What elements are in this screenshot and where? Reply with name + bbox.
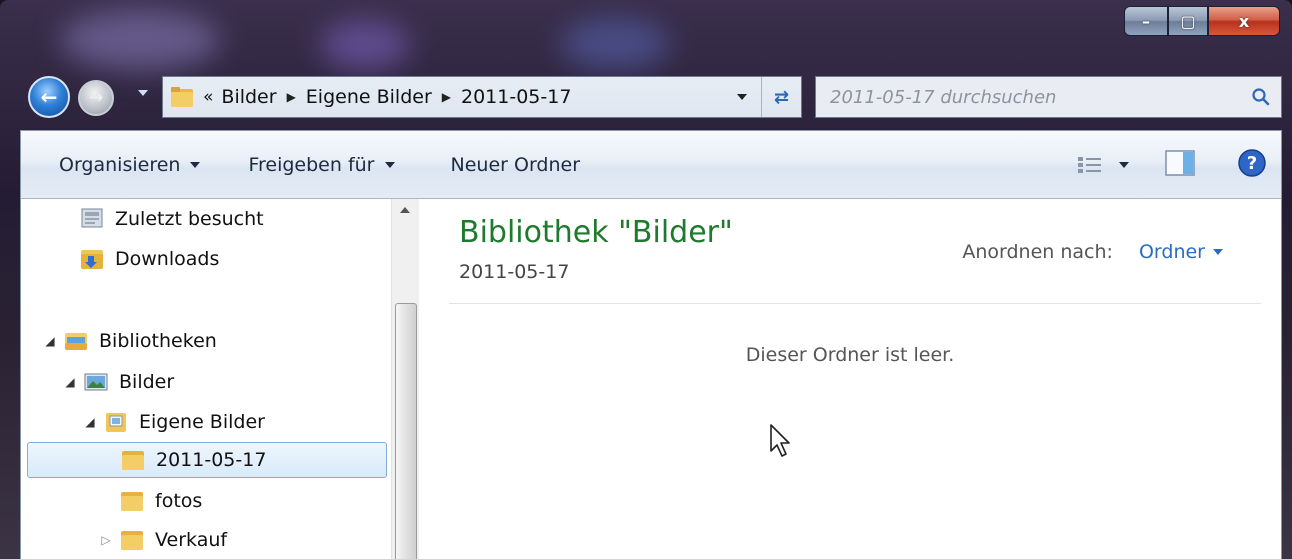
sidebar-item-pictures[interactable]: ◢ Bilder — [63, 364, 174, 400]
recent-places-icon — [81, 208, 103, 228]
sidebar-item-verkauf[interactable]: ▷ Verkauf — [99, 522, 227, 558]
scroll-up-icon[interactable] — [400, 207, 410, 213]
sidebar-item-label: Bilder — [119, 371, 175, 393]
glass-background — [60, 10, 220, 70]
address-dropdown-icon[interactable] — [737, 94, 747, 100]
folder-icon — [171, 87, 193, 107]
sidebar-item-my-pictures[interactable]: ◢ Eigene Bilder — [83, 404, 265, 440]
navigation-bar: ← → « Bilder ▶ Eigene Bilder ▶ 2011-05-1… — [20, 70, 1282, 122]
back-button[interactable]: ← — [28, 76, 70, 118]
breadcrumb-separator-icon[interactable]: ▶ — [442, 90, 451, 104]
breadcrumb-separator-icon[interactable]: ▶ — [287, 90, 296, 104]
forward-arrow-icon: → — [88, 87, 104, 108]
sidebar-item-label: Zuletzt besucht — [115, 208, 264, 230]
breadcrumb: « Bilder ▶ Eigene Bilder ▶ 2011-05-17 — [203, 86, 737, 108]
library-title: Bibliothek "Bilder" — [459, 215, 733, 250]
preview-pane-icon — [1165, 150, 1195, 176]
caption-buttons: – ▢ x — [1124, 6, 1280, 38]
sidebar-item-libraries[interactable]: ◢ Bibliotheken — [43, 323, 217, 359]
explorer-body: Organisieren Freigeben für Neuer Ordner — [20, 130, 1282, 559]
organize-label: Organisieren — [59, 153, 181, 176]
my-pictures-icon — [106, 413, 126, 432]
arrange-by: Anordnen nach: Ordner — [962, 241, 1223, 263]
share-button[interactable]: Freigeben für — [248, 153, 395, 176]
search-input[interactable]: 2011-05-17 durchsuchen — [816, 87, 1241, 108]
sidebar-item-downloads[interactable]: Downloads — [79, 241, 219, 277]
sidebar-item-label: Verkauf — [155, 529, 228, 551]
new-folder-button[interactable]: Neuer Ordner — [451, 154, 581, 176]
preview-pane-button[interactable] — [1165, 150, 1195, 180]
sidebar-item-label: 2011-05-17 — [156, 449, 267, 471]
breadcrumb-item-bilder[interactable]: Bilder — [221, 86, 276, 108]
refresh-icon: ⇄ — [773, 86, 790, 108]
sidebar-item-label: Bibliotheken — [99, 330, 217, 352]
sidebar-scrollbar[interactable] — [391, 199, 419, 559]
expanded-icon[interactable]: ◢ — [63, 375, 77, 389]
chevron-down-icon — [1119, 162, 1129, 168]
breadcrumb-overflow[interactable]: « — [203, 87, 213, 107]
maximize-icon: ▢ — [1180, 11, 1196, 31]
expanded-icon[interactable]: ◢ — [83, 415, 97, 429]
arrange-by-dropdown[interactable]: Ordner — [1139, 241, 1205, 263]
folder-icon — [122, 451, 144, 470]
close-button[interactable]: x — [1208, 6, 1280, 36]
breadcrumb-item-current[interactable]: 2011-05-17 — [461, 86, 571, 108]
back-arrow-icon: ← — [40, 85, 58, 109]
scroll-thumb[interactable] — [395, 303, 417, 559]
sidebar-item-label: fotos — [155, 490, 203, 512]
help-button[interactable]: ? — [1237, 148, 1267, 182]
sidebar-item-label: Eigene Bilder — [139, 411, 265, 433]
mouse-cursor-icon — [770, 424, 790, 457]
close-icon: x — [1238, 11, 1250, 31]
arrange-label: Anordnen nach: — [962, 241, 1113, 263]
sidebar-item-label: Downloads — [115, 248, 220, 270]
sidebar-item-2011-05-17[interactable]: 2011-05-17 — [27, 442, 387, 478]
command-bar: Organisieren Freigeben für Neuer Ordner — [21, 131, 1281, 199]
explorer-window: – ▢ x ← → « Bilder ▶ Eigene Bilder ▶ 201… — [0, 0, 1292, 559]
address-bar[interactable]: « Bilder ▶ Eigene Bilder ▶ 2011-05-17 ⇄ — [162, 76, 802, 118]
share-label: Freigeben für — [248, 153, 375, 176]
maximize-button[interactable]: ▢ — [1168, 6, 1208, 36]
minimize-button[interactable]: – — [1124, 6, 1168, 36]
content-pane[interactable]: Bibliothek "Bilder" 2011-05-17 Anordnen … — [419, 199, 1281, 559]
new-folder-label: Neuer Ordner — [450, 153, 581, 176]
empty-folder-message: Dieser Ordner ist leer. — [745, 344, 955, 366]
chevron-down-icon — [190, 161, 201, 168]
libraries-icon — [65, 333, 87, 350]
svg-text:?: ? — [1247, 153, 1257, 174]
refresh-button[interactable]: ⇄ — [761, 77, 801, 117]
minimize-icon: – — [1142, 11, 1150, 31]
sidebar-item-recent[interactable]: Zuletzt besucht — [79, 201, 264, 237]
library-subtitle: 2011-05-17 — [459, 261, 570, 283]
search-box[interactable]: 2011-05-17 durchsuchen — [815, 76, 1282, 118]
chevron-down-icon — [384, 161, 395, 168]
forward-button[interactable]: → — [78, 80, 114, 116]
help-icon: ? — [1238, 149, 1266, 177]
view-options-button[interactable] — [1077, 155, 1129, 175]
breadcrumb-item-eigene-bilder[interactable]: Eigene Bilder — [306, 86, 432, 108]
sidebar-item-fotos[interactable]: fotos — [119, 483, 202, 519]
chevron-down-icon[interactable] — [1213, 249, 1223, 255]
view-list-icon — [1078, 157, 1101, 173]
search-icon[interactable] — [1241, 87, 1281, 107]
glass-background — [560, 18, 670, 70]
folder-icon — [121, 492, 143, 511]
collapsed-icon[interactable]: ▷ — [99, 533, 113, 547]
toolbar-right: ? — [1077, 131, 1281, 199]
glass-background — [320, 20, 410, 70]
header-divider — [449, 303, 1261, 304]
expanded-icon[interactable]: ◢ — [43, 334, 57, 348]
history-dropdown-icon[interactable] — [138, 90, 148, 96]
organize-button[interactable]: Organisieren — [59, 153, 201, 176]
pictures-library-icon — [84, 373, 108, 391]
downloads-folder-icon — [81, 250, 103, 269]
navigation-pane: Zuletzt besucht Downloads ◢ Bibliotheken — [21, 199, 419, 559]
folder-icon — [121, 531, 143, 550]
